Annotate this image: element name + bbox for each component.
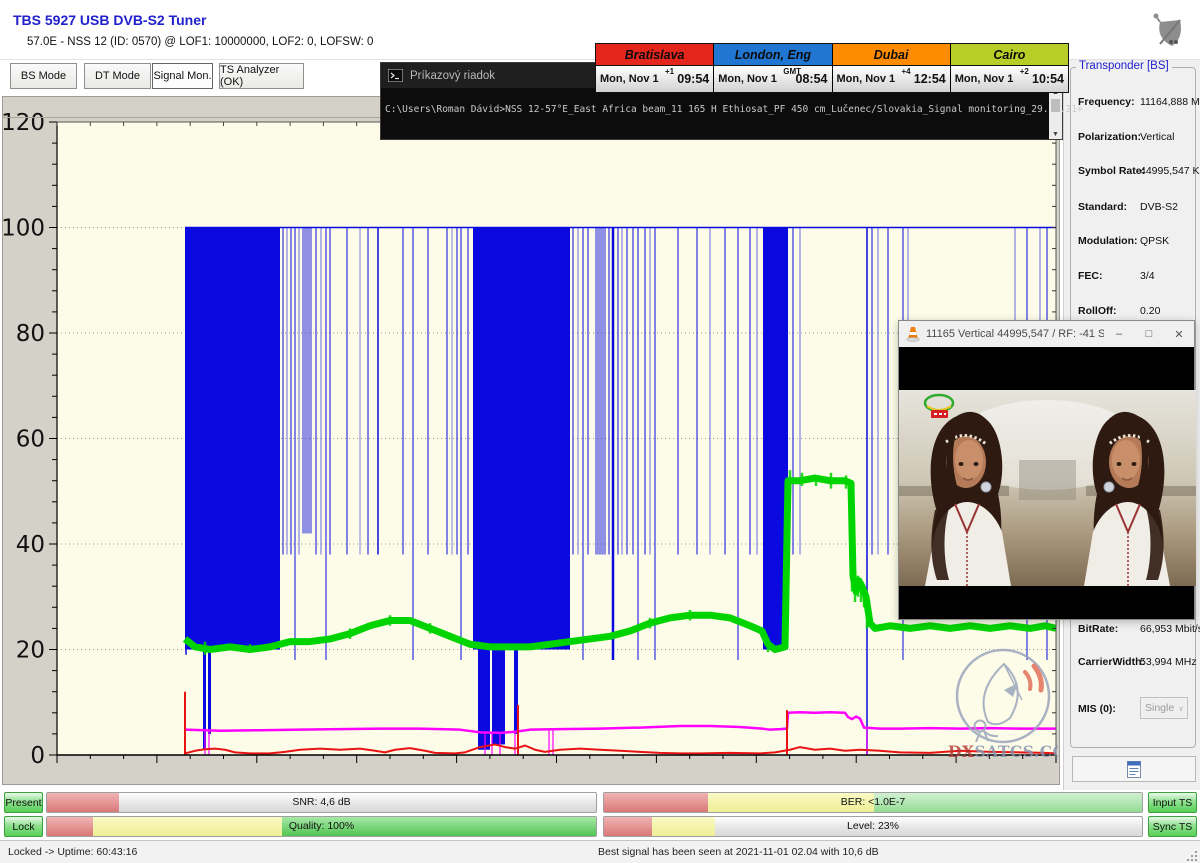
transponder-row-rolloff: RollOff: 0.20 xyxy=(1078,305,1192,317)
clock-bratislava: Bratislava Mon, Nov 1 +1 09:54 xyxy=(596,44,713,92)
world-clocks-widget[interactable]: Bratislava Mon, Nov 1 +1 09:54 London, E… xyxy=(595,43,1069,93)
resize-grip[interactable] xyxy=(1185,849,1197,861)
transponder-row-fec: FEC: 3/4 xyxy=(1078,270,1192,282)
clock-utc-offset: +2 xyxy=(1020,67,1029,76)
transponder-row-standard: Standard: DVB-S2 xyxy=(1078,201,1192,213)
statusbar: Locked -> Uptime: 60:43:16 Best signal h… xyxy=(0,840,1200,863)
clock-utc-offset: +1 xyxy=(665,67,674,76)
row-label: FEC: xyxy=(1078,270,1103,282)
row-label: MIS (0): xyxy=(1078,703,1116,715)
tab-ts-analyzer[interactable]: TS Analyzer (OK) xyxy=(219,63,304,89)
clock-date: Mon, Nov 1 xyxy=(718,73,777,85)
vlc-cone-icon xyxy=(906,326,920,342)
row-value: 53,994 MHz xyxy=(1140,656,1197,668)
clock-date: Mon, Nov 1 xyxy=(955,73,1014,85)
transponder-row-polarization: Polarization: Vertical xyxy=(1078,131,1192,143)
cmd-title-text: Príkazový riadok xyxy=(410,70,495,82)
watermark-dx: DX xyxy=(948,742,975,761)
dxsatcs-watermark-logo: DXSATCS.COM xyxy=(946,644,1058,764)
level-value: Level: 23% xyxy=(604,820,1142,832)
row-label: Polarization: xyxy=(1078,131,1141,143)
row-label: Standard: xyxy=(1078,201,1127,213)
clock-city-bratislava: Bratislava xyxy=(596,44,713,66)
close-icon[interactable]: ✕ xyxy=(1164,328,1194,341)
sidebar-toolbar xyxy=(1072,756,1196,782)
svg-text:DXSATCS.COM: DXSATCS.COM xyxy=(948,742,1058,761)
maximize-icon[interactable]: □ xyxy=(1134,328,1164,340)
vlc-titlebar[interactable]: 11165 Vertical 44995,547 / RF: -41 SNR: … xyxy=(899,321,1194,347)
video-frame[interactable] xyxy=(899,390,1196,586)
best-signal-status: Best signal has been seen at 2021-11-01 … xyxy=(598,846,879,858)
mis-dropdown[interactable]: Single ∨ xyxy=(1140,697,1188,719)
clock-time: 12:54 xyxy=(914,72,946,86)
transponder-row-carrierwidth: CarrierWidth: 53,994 MHz xyxy=(1078,656,1192,668)
row-value: 66,953 Mbit/s xyxy=(1140,623,1200,635)
snr-progressbar: SNR: 4,6 dB xyxy=(46,792,597,813)
row-value: QPSK xyxy=(1140,235,1169,247)
row-value: 3/4 xyxy=(1140,270,1155,282)
clock-utc-offset: +4 xyxy=(902,67,911,76)
row-value: 11164,888 MHz xyxy=(1140,96,1200,108)
chevron-down-icon: ∨ xyxy=(1178,704,1184,713)
report-list-icon-button[interactable] xyxy=(1127,761,1141,778)
level-progressbar: Level: 23% xyxy=(603,816,1143,837)
cmd-scroll-thumb[interactable] xyxy=(1051,99,1060,112)
cmd-command-line: C:\Users\Roman Dávid>NSS 12-57°E_East Af… xyxy=(385,104,1083,115)
tab-signal-mon[interactable]: Signal Mon. xyxy=(152,63,213,89)
clock-time: 09:54 xyxy=(677,72,709,86)
clock-time: 10:54 xyxy=(1032,72,1064,86)
clock-city-london: London, Eng xyxy=(714,44,831,66)
clock-time: 08:54 xyxy=(796,72,828,86)
tab-dt-mode[interactable]: DT Mode xyxy=(84,63,151,89)
row-value: DVB-S2 xyxy=(1140,201,1178,213)
ber-value: BER: <1.0E-7 xyxy=(604,796,1142,808)
clock-city-cairo: Cairo xyxy=(951,44,1068,66)
row-label: Frequency: xyxy=(1078,96,1135,108)
clock-date: Mon, Nov 1 xyxy=(837,73,896,85)
row-value: 44995,547 KS/s xyxy=(1140,165,1200,177)
input-ts-button[interactable]: Input TS xyxy=(1148,792,1197,813)
transponder-row-bitrate: BitRate: 66,953 Mbit/s xyxy=(1078,623,1192,635)
transponder-row-frequency: Frequency: 11164,888 MHz xyxy=(1078,96,1192,108)
row-label: BitRate: xyxy=(1078,623,1118,635)
lock-button[interactable]: Lock xyxy=(4,816,43,837)
row-label: RollOff: xyxy=(1078,305,1117,317)
transponder-row-symbolrate: Symbol Rate: 44995,547 KS/s xyxy=(1078,165,1192,177)
cmd-icon xyxy=(388,69,403,82)
vlc-player-window[interactable]: 11165 Vertical 44995,547 / RF: -41 SNR: … xyxy=(898,320,1195,620)
cmd-scrollbar[interactable]: ▲ ▼ xyxy=(1049,88,1062,139)
row-label: CarrierWidth: xyxy=(1078,656,1145,668)
quality-value: Quality: 100% xyxy=(47,820,596,832)
clock-date: Mon, Nov 1 xyxy=(600,73,659,85)
cmd-output-area[interactable]: C:\Users\Roman Dávid>NSS 12-57°E_East Af… xyxy=(381,88,1062,139)
sync-ts-button[interactable]: Sync TS xyxy=(1148,816,1197,837)
transponder-row-modulation: Modulation: QPSK xyxy=(1078,235,1192,247)
row-value: 0.20 xyxy=(1140,305,1160,317)
row-value: Vertical xyxy=(1140,131,1174,143)
tuner-subtitle: 57.0E - NSS 12 (ID: 0570) @ LOF1: 100000… xyxy=(27,36,373,48)
clock-london: London, Eng Mon, Nov 1 GMT 08:54 xyxy=(714,44,831,92)
minimize-icon[interactable]: – xyxy=(1104,328,1134,340)
quality-progressbar: Quality: 100% xyxy=(46,816,597,837)
mis-selected-value: Single xyxy=(1145,702,1174,714)
clock-dubai: Dubai Mon, Nov 1 +4 12:54 xyxy=(833,44,950,92)
tab-bs-mode[interactable]: BS Mode xyxy=(10,63,77,89)
transponder-group-title: Transponder [BS] xyxy=(1076,60,1172,72)
scroll-down-icon[interactable]: ▼ xyxy=(1052,130,1059,139)
page-title: TBS 5927 USB DVB-S2 Tuner xyxy=(13,12,206,28)
clock-city-dubai: Dubai xyxy=(833,44,950,66)
row-label: Symbol Rate: xyxy=(1078,165,1145,177)
ber-progressbar: BER: <1.0E-7 xyxy=(603,792,1143,813)
clock-cairo: Cairo Mon, Nov 1 +2 10:54 xyxy=(951,44,1068,92)
row-label: Modulation: xyxy=(1078,235,1137,247)
satellite-dish-icon xyxy=(1150,8,1194,56)
lock-uptime-status: Locked -> Uptime: 60:43:16 xyxy=(8,846,137,858)
present-button[interactable]: Present xyxy=(4,792,43,813)
watermark-rest: SATCS.COM xyxy=(974,742,1058,761)
snr-value: SNR: 4,6 dB xyxy=(47,796,596,808)
vlc-title-text: 11165 Vertical 44995,547 / RF: -41 SNR: … xyxy=(926,328,1104,340)
